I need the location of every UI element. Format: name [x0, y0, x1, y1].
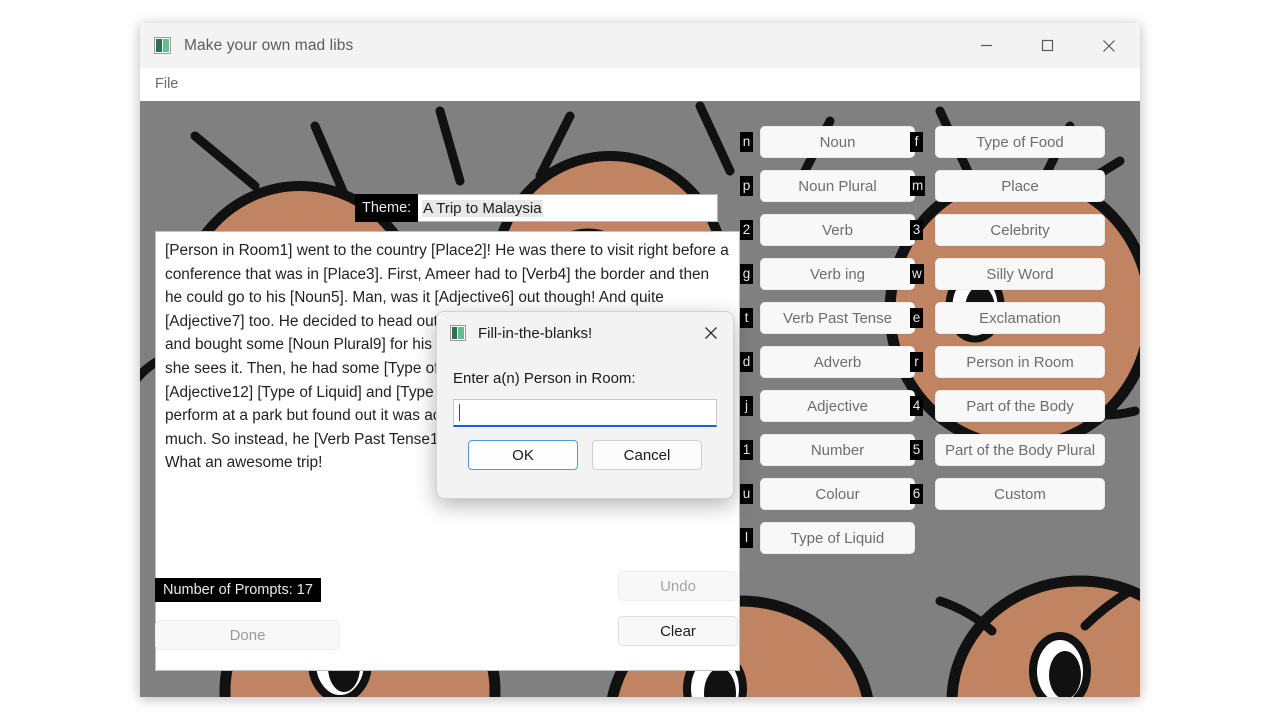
prompt-button-silly-word[interactable]: Silly Word	[935, 258, 1105, 290]
dialog-button-row: OK Cancel	[453, 440, 717, 470]
dialog-close-icon[interactable]	[689, 312, 733, 354]
shortcut-hint-custom: 6	[910, 484, 923, 504]
dialog-titlebar: Fill-in-the-blanks!	[437, 312, 733, 354]
shortcut-hint-adjective: j	[740, 396, 753, 416]
prompt-button-part-of-the-body[interactable]: Part of the Body	[935, 390, 1105, 422]
prompt-button-place[interactable]: Place	[935, 170, 1105, 202]
fill-in-the-blanks-dialog: Fill-in-the-blanks! Enter a(n) Person in…	[436, 311, 734, 499]
dialog-answer-input[interactable]	[453, 399, 717, 427]
prompt-button-verb-ing[interactable]: Verb ing	[760, 258, 915, 290]
shortcut-hint-person-in-room: r	[910, 352, 923, 372]
prompt-button-part-of-the-body-plural[interactable]: Part of the Body Plural	[935, 434, 1105, 466]
maximize-button[interactable]	[1024, 23, 1071, 68]
done-button[interactable]: Done	[155, 620, 340, 650]
shortcut-hint-exclamation: e	[910, 308, 923, 328]
prompt-button-type-of-food[interactable]: Type of Food	[935, 126, 1105, 158]
prompt-button-noun[interactable]: Noun	[760, 126, 915, 158]
shortcut-hint-part-of-the-body: 4	[910, 396, 923, 416]
undo-button[interactable]: Undo	[618, 571, 738, 601]
shortcut-hint-colour: u	[740, 484, 753, 504]
menu-bar: File	[140, 68, 1140, 101]
shortcut-hint-noun: n	[740, 132, 753, 152]
shortcut-hint-verb-past-tense: t	[740, 308, 753, 328]
dialog-app-icon	[450, 325, 466, 341]
minimize-button[interactable]	[963, 23, 1010, 68]
menu-item-file[interactable]: File	[155, 76, 178, 92]
shortcut-hint-adverb: d	[740, 352, 753, 372]
window-titlebar: Make your own mad libs	[140, 23, 1140, 68]
text-caret	[459, 404, 460, 421]
prompt-button-person-in-room[interactable]: Person in Room	[935, 346, 1105, 378]
shortcut-hint-place: m	[910, 176, 926, 196]
dialog-title: Fill-in-the-blanks!	[478, 324, 593, 342]
prompt-button-adverb[interactable]: Adverb	[760, 346, 915, 378]
theme-row: Theme: A Trip to Malaysia	[355, 194, 719, 222]
clear-button[interactable]: Clear	[618, 616, 738, 646]
window-title: Make your own mad libs	[184, 36, 354, 54]
shortcut-hint-type-of-liquid: l	[740, 528, 753, 548]
shortcut-hint-noun-plural: p	[740, 176, 753, 196]
prompt-button-custom[interactable]: Custom	[935, 478, 1105, 510]
theme-input[interactable]: A Trip to Malaysia	[418, 194, 719, 222]
dialog-body: Enter a(n) Person in Room: OK Cancel	[437, 370, 733, 470]
application-window: Make your own mad libs File Theme: A Tri…	[140, 23, 1140, 697]
shortcut-hint-part-of-the-body-plural: 5	[910, 440, 923, 460]
shortcut-hint-verb-ing: g	[740, 264, 753, 284]
prompt-button-colour[interactable]: Colour	[760, 478, 915, 510]
dialog-prompt-label: Enter a(n) Person in Room:	[453, 370, 636, 387]
shortcut-hint-celebrity: 3	[910, 220, 923, 240]
prompt-button-type-of-liquid[interactable]: Type of Liquid	[760, 522, 915, 554]
prompt-button-exclamation[interactable]: Exclamation	[935, 302, 1105, 334]
cancel-button[interactable]: Cancel	[592, 440, 702, 470]
ok-button[interactable]: OK	[468, 440, 578, 470]
prompt-button-celebrity[interactable]: Celebrity	[935, 214, 1105, 246]
app-icon	[154, 37, 171, 54]
prompt-button-noun-plural[interactable]: Noun Plural	[760, 170, 915, 202]
prompt-button-adjective[interactable]: Adjective	[760, 390, 915, 422]
close-button[interactable]	[1085, 23, 1132, 68]
theme-input-value: A Trip to Malaysia	[422, 199, 543, 217]
shortcut-hint-type-of-food: f	[910, 132, 923, 152]
shortcut-hint-number: 1	[740, 440, 753, 460]
shortcut-hint-verb: 2	[740, 220, 753, 240]
prompt-count-label: Number of Prompts: 17	[155, 578, 321, 602]
theme-label: Theme:	[355, 194, 419, 222]
prompt-button-verb[interactable]: Verb	[760, 214, 915, 246]
shortcut-hint-silly-word: w	[910, 264, 924, 284]
prompt-button-number[interactable]: Number	[760, 434, 915, 466]
client-area: Mad Libs Theme: A Trip to Malaysia [Pers…	[140, 101, 1140, 697]
prompt-button-verb-past-tense[interactable]: Verb Past Tense	[760, 302, 915, 334]
